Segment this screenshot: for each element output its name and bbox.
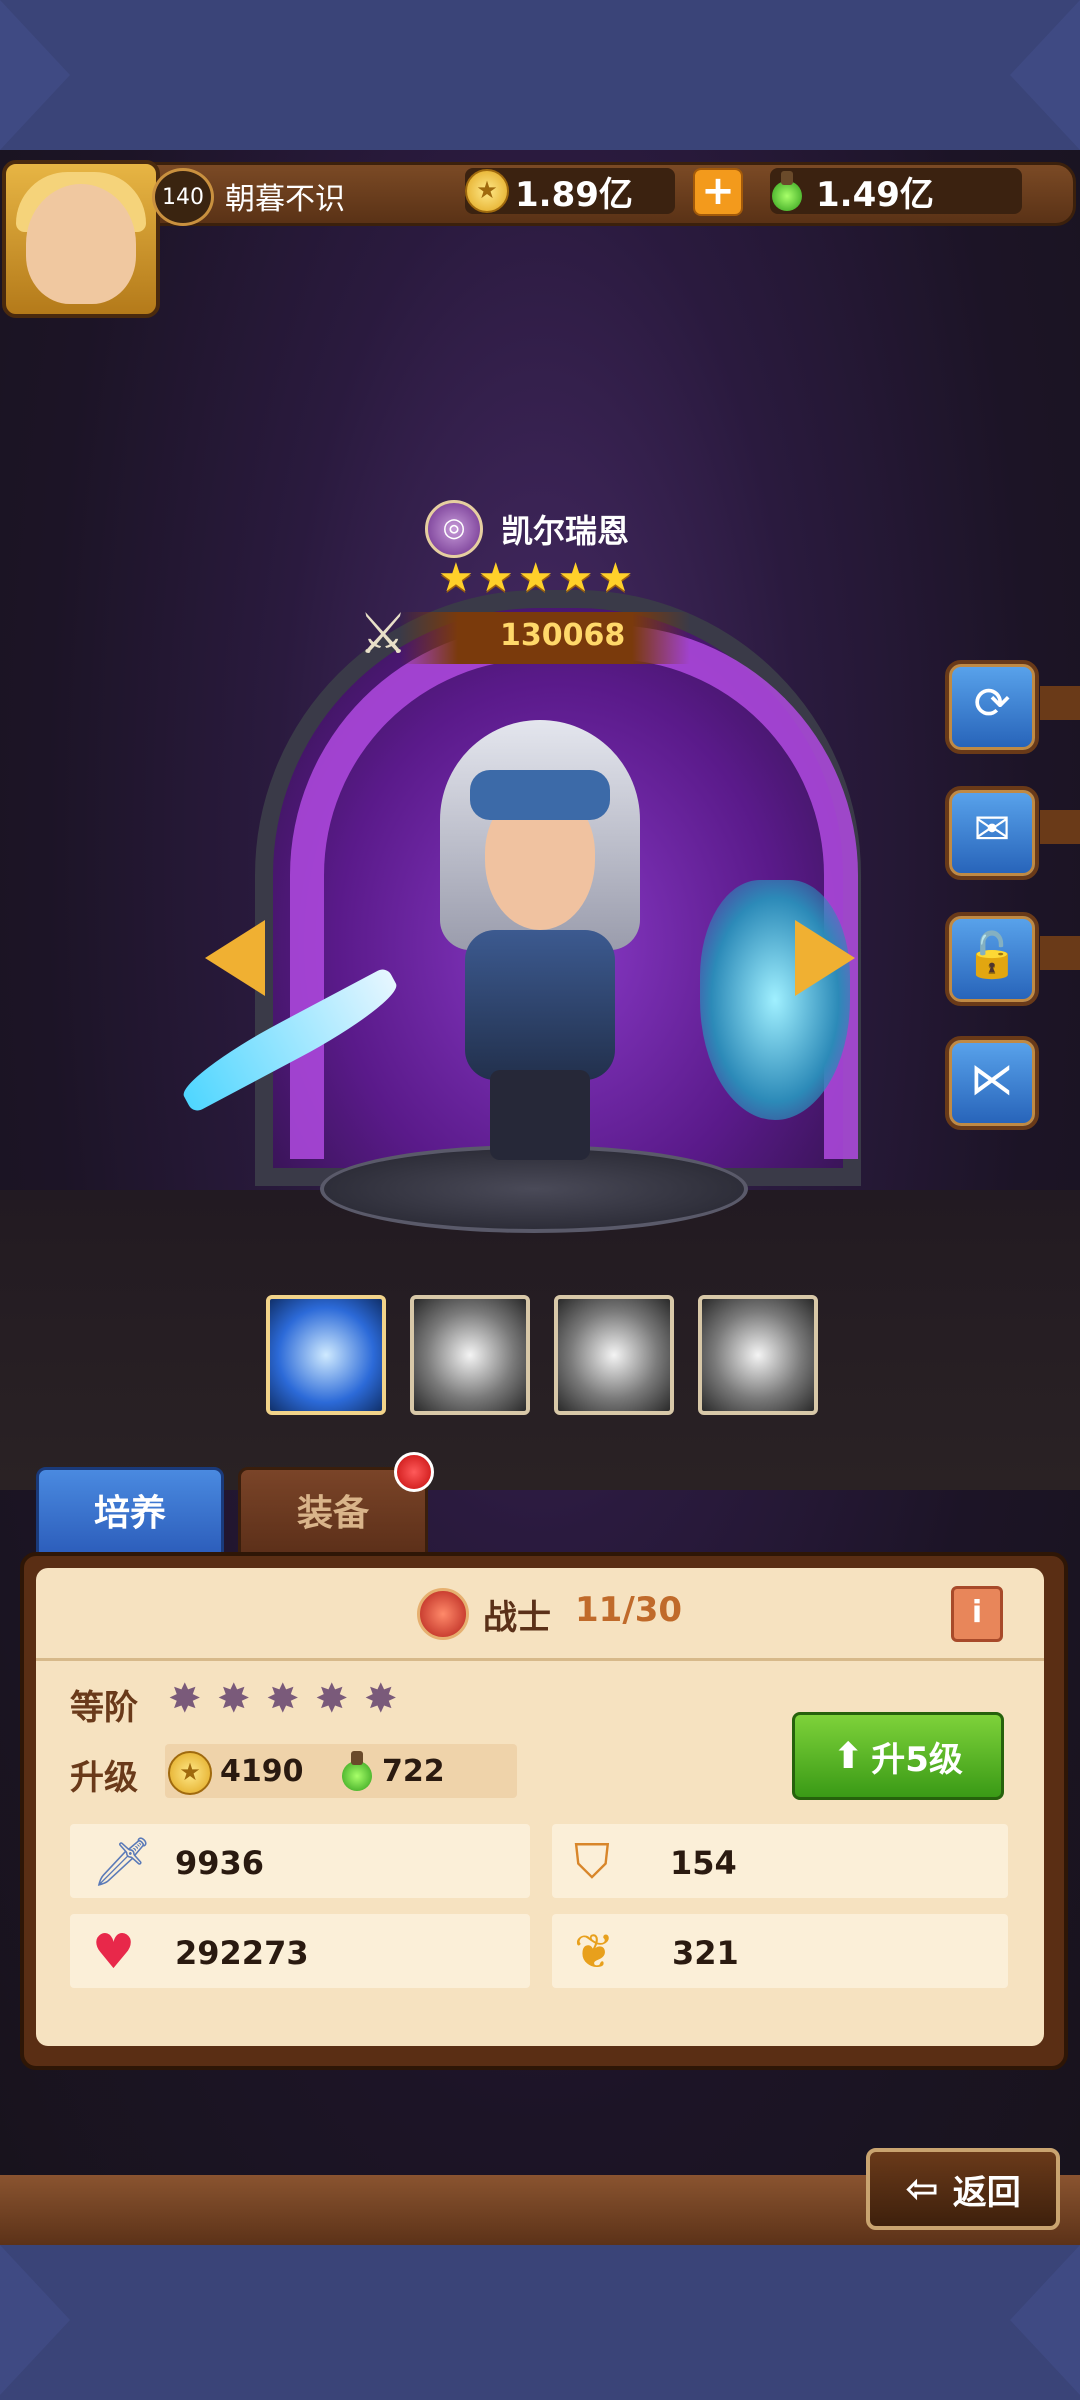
- decor-chevron: [0, 0, 70, 150]
- potion-counter: 1.49亿: [770, 168, 1022, 215]
- rank-label: 等阶: [70, 1688, 138, 1728]
- star-icon: ★: [438, 555, 474, 601]
- hero-legs: [490, 1070, 590, 1160]
- upgrade-button-label: 升5级: [871, 1739, 963, 1780]
- skill-slot-3[interactable]: [554, 1295, 674, 1415]
- skill-slot-2[interactable]: [410, 1295, 530, 1415]
- upgrade-potion-cost: 722: [382, 1754, 445, 1789]
- crossed-swords-icon: ⚔: [358, 602, 409, 667]
- next-hero-button[interactable]: [795, 920, 865, 1000]
- tab-train[interactable]: 培养: [36, 1467, 224, 1563]
- side-tab: [1040, 810, 1080, 844]
- player-avatar[interactable]: [2, 160, 160, 318]
- rank-star-icon: [364, 1679, 404, 1719]
- sword-icon: 🗡: [92, 1834, 153, 1890]
- share-icon: ⋉: [970, 1054, 1014, 1105]
- lock-icon: 🔓: [964, 930, 1020, 981]
- hero-stars: ★ ★ ★ ★ ★: [438, 558, 633, 598]
- potion-amount: 1.49亿: [816, 174, 934, 215]
- stat-hp-value: 292273: [175, 1934, 309, 1972]
- prev-hero-button[interactable]: [205, 920, 275, 1000]
- player-name: 朝暮不识: [225, 182, 345, 217]
- refresh-button[interactable]: ⟳: [945, 660, 1039, 754]
- hero-character[interactable]: [430, 720, 650, 1160]
- hero-armor: [465, 930, 615, 1080]
- chat-button[interactable]: ✉: [945, 786, 1039, 880]
- arrow-up-icon: ⬆: [833, 1735, 864, 1777]
- star-icon: ★: [597, 555, 634, 601]
- stat-defense-value: 154: [670, 1844, 737, 1882]
- side-tab: [1040, 686, 1080, 720]
- back-label: 返回: [952, 2172, 1021, 2213]
- hero-title: ◎ 凯尔瑞恩: [425, 500, 629, 558]
- floor: [0, 1190, 1080, 1490]
- class-label: 战士: [483, 1598, 551, 1638]
- add-gold-button[interactable]: +: [693, 168, 743, 216]
- rank-star-icon: [266, 1679, 306, 1719]
- star-icon: ★: [477, 555, 514, 601]
- hero-class-icon: ◎: [425, 500, 483, 558]
- glowing-shield: [700, 880, 850, 1120]
- gold-coin-icon: ★: [465, 169, 509, 213]
- back-arrow-icon: ⇦: [905, 2166, 939, 2212]
- hero-helmet: [470, 770, 610, 820]
- stat-speed: [552, 1914, 1008, 1988]
- star-icon: ★: [557, 555, 594, 601]
- stat-attack-value: 9936: [175, 1844, 265, 1882]
- decor-chevron: [0, 2245, 70, 2395]
- refresh-icon: ⟳: [973, 678, 1011, 729]
- potion-icon: [340, 1751, 374, 1791]
- stat-defense: [552, 1824, 1008, 1898]
- shield-icon: ⛉: [574, 1834, 611, 1890]
- upgrade-label: 升级: [70, 1758, 138, 1798]
- wing-icon: ❦: [574, 1924, 615, 1980]
- notification-dot: [394, 1452, 434, 1492]
- stat-speed-value: 321: [672, 1934, 739, 1972]
- hero-power: 130068: [500, 618, 626, 653]
- info-button[interactable]: i: [951, 1586, 1003, 1642]
- gold-counter: ★ 1.89亿: [465, 168, 675, 215]
- skill-slot-1[interactable]: [266, 1295, 386, 1415]
- chat-icon: ✉: [973, 804, 1011, 855]
- player-level-badge: 140: [152, 168, 214, 226]
- top-letterbox: [0, 0, 1080, 150]
- potion-icon: [770, 171, 804, 211]
- heart-icon: ♥: [92, 1924, 136, 1980]
- rank-star-icon: [315, 1679, 355, 1719]
- class-count: 11/30: [575, 1590, 683, 1630]
- chevron-right-icon: [795, 920, 855, 996]
- decor-chevron: [1010, 0, 1080, 150]
- share-button[interactable]: ⋉: [945, 1036, 1039, 1130]
- back-button[interactable]: ⇦ 返回: [866, 2148, 1060, 2230]
- gold-amount: 1.89亿: [515, 174, 633, 215]
- hero-name: 凯尔瑞恩: [501, 512, 630, 550]
- side-tab: [1040, 936, 1080, 970]
- star-icon: ★: [517, 555, 554, 601]
- skill-slot-4[interactable]: [698, 1295, 818, 1415]
- upgrade-5-levels-button[interactable]: ⬆ 升5级: [792, 1712, 1004, 1800]
- lock-button[interactable]: 🔓: [945, 912, 1039, 1006]
- rank-star-icon: [168, 1679, 208, 1719]
- chevron-left-icon: [205, 920, 265, 996]
- warrior-class-icon: [417, 1588, 469, 1640]
- avatar-face: [26, 184, 136, 304]
- rank-star-icon: [217, 1679, 257, 1719]
- gold-coin-icon: ★: [168, 1751, 212, 1795]
- decor-chevron: [1010, 2245, 1080, 2395]
- bottom-letterbox: [0, 2245, 1080, 2400]
- upgrade-gold-cost: 4190: [220, 1754, 304, 1789]
